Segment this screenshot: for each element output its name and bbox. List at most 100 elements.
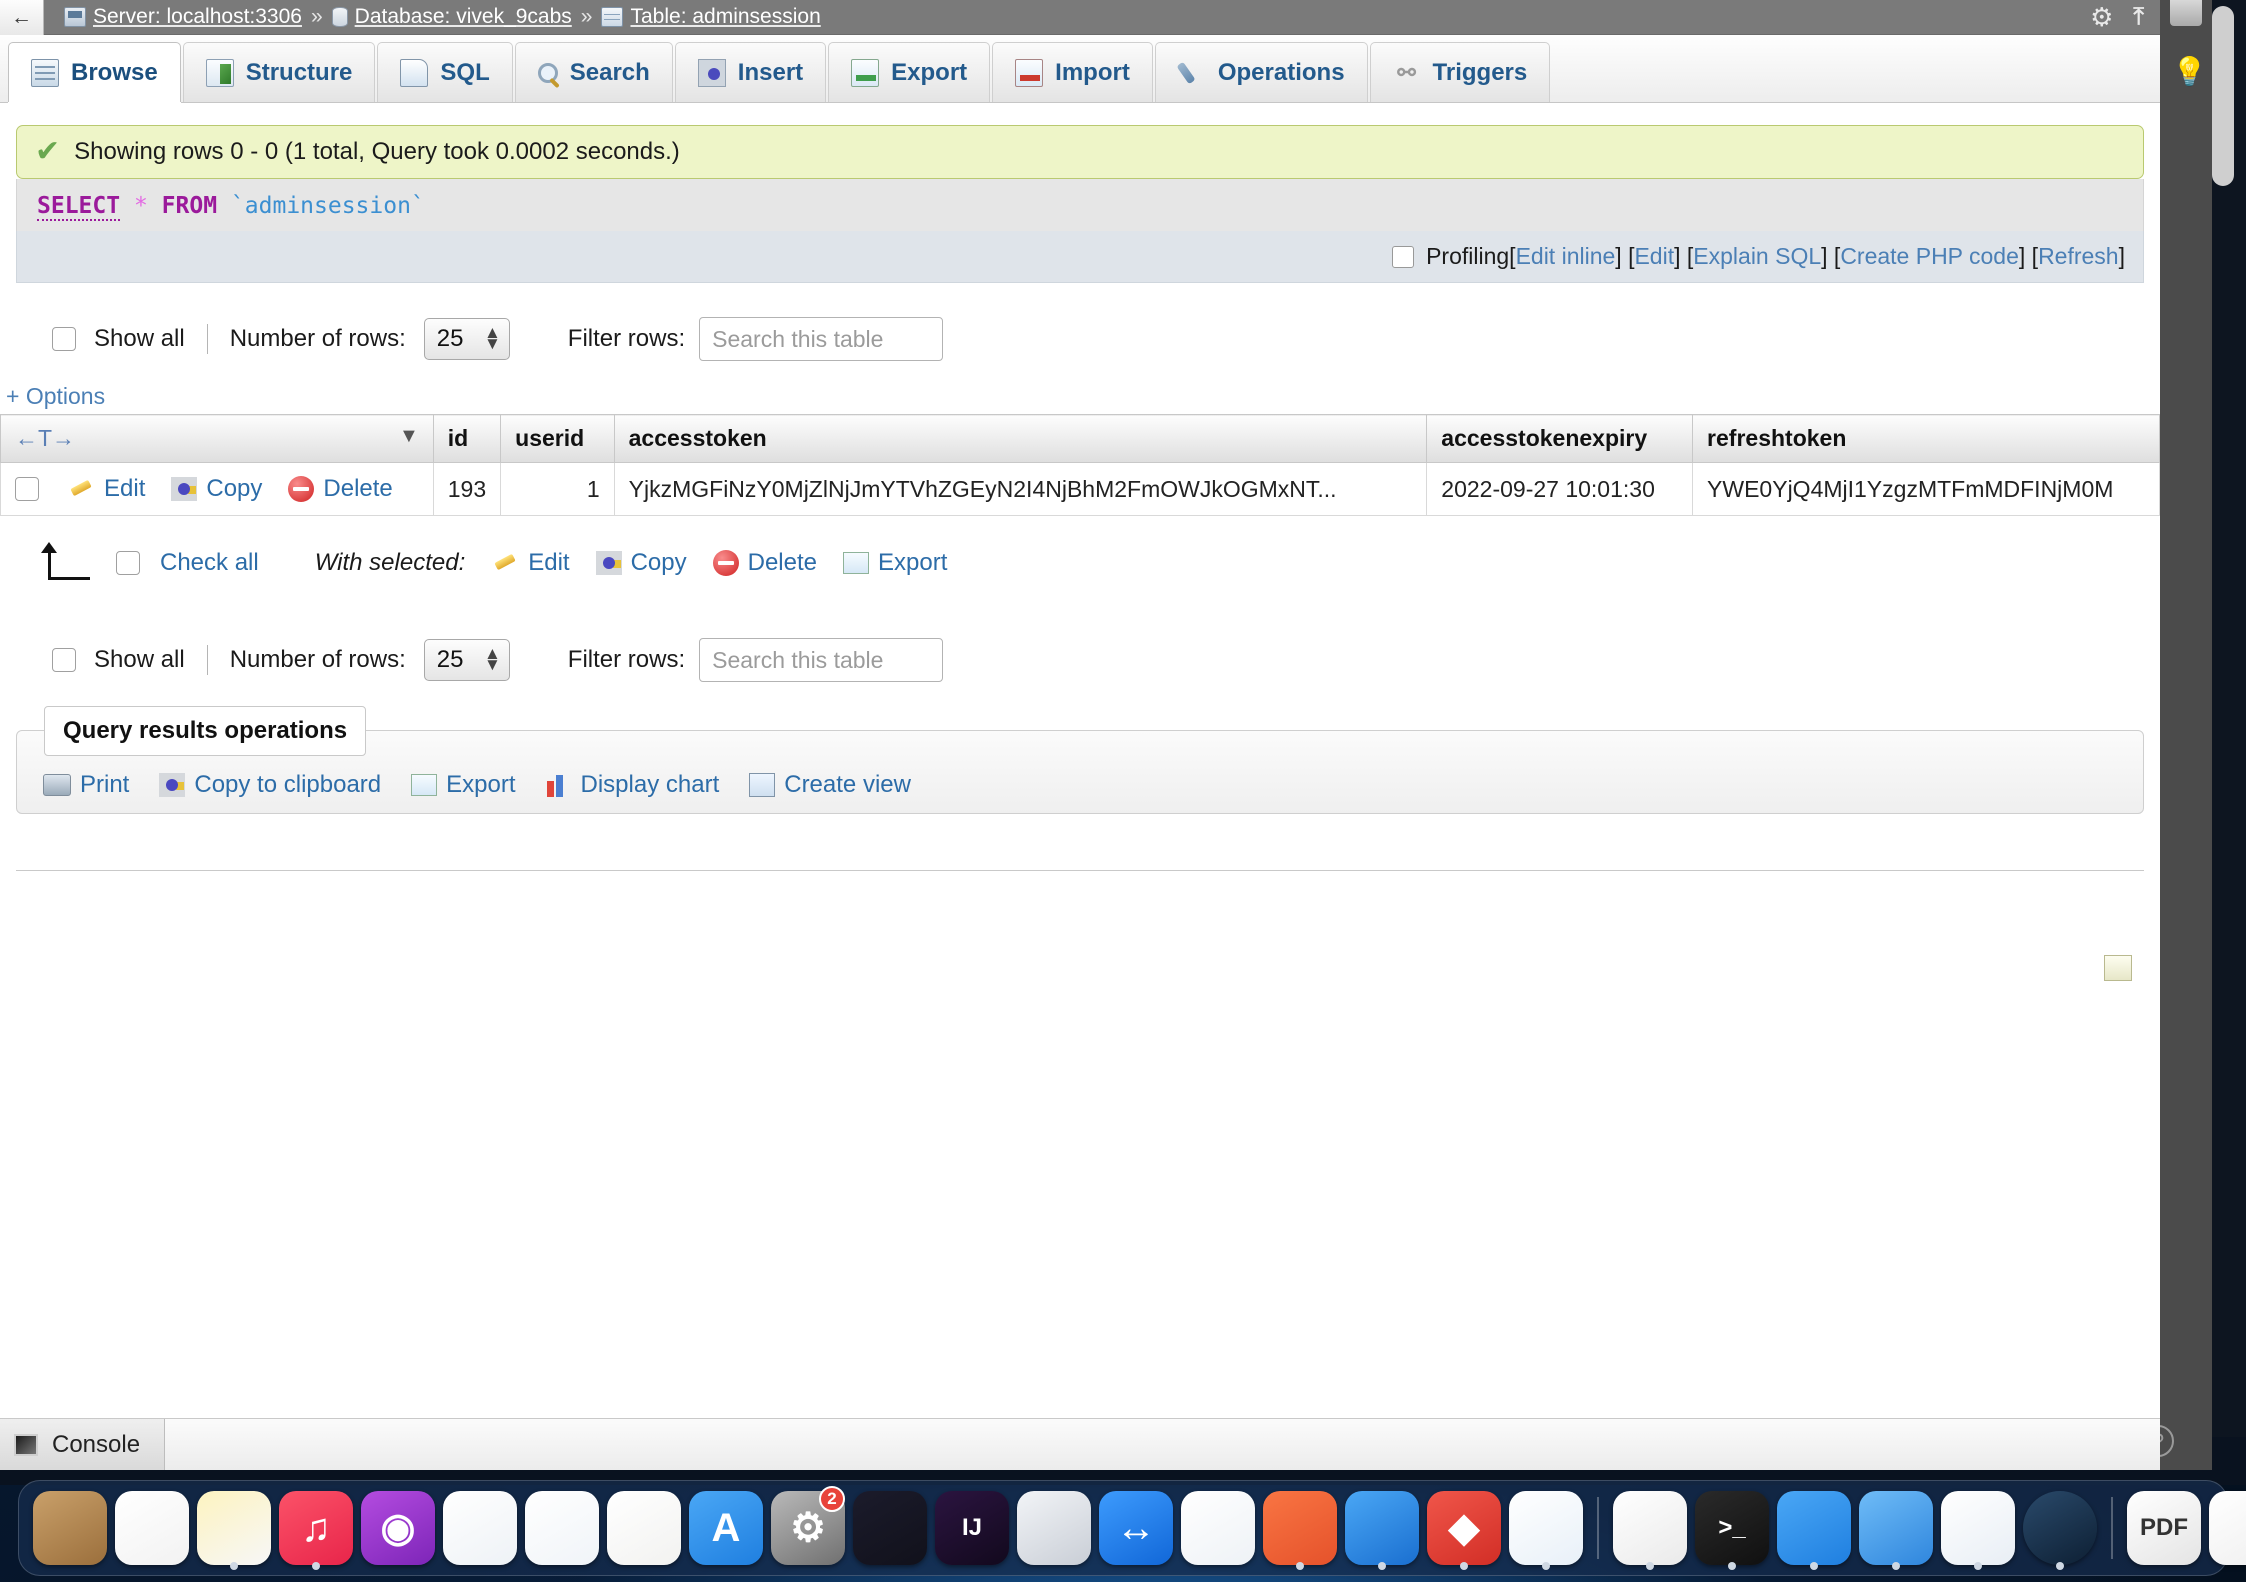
page-scrollbar-thumb[interactable] — [2212, 6, 2234, 186]
column-header-id[interactable]: id — [432, 414, 502, 463]
row-copy-action[interactable]: Copy — [171, 475, 262, 503]
chevron-down-icon[interactable]: ▼ — [399, 425, 419, 448]
pencil-icon — [493, 553, 519, 573]
collapse-up-icon[interactable]: ⤒ — [2133, 5, 2144, 29]
dock-item-pdf-document[interactable]: PDF — [2123, 1484, 2205, 1572]
sort-controls-header[interactable]: ←T→ ▼ — [0, 414, 434, 463]
dock-item-notes[interactable] — [193, 1484, 275, 1572]
refresh-link[interactable]: Refresh — [2038, 243, 2119, 270]
gear-icon[interactable]: ⚙ — [2090, 4, 2113, 30]
sql-query-display[interactable]: SELECT * FROM `adminsession` — [16, 179, 2144, 231]
dock-item-finder[interactable] — [29, 1484, 111, 1572]
profiling-checkbox[interactable] — [1392, 245, 1415, 268]
back-button[interactable]: ← — [0, 0, 44, 35]
dock-badge-system-settings: 2 — [819, 1486, 845, 1512]
dock-item-keynote[interactable] — [439, 1484, 521, 1572]
dock-item-blender[interactable] — [849, 1484, 931, 1572]
dock-item-xcode-instruments[interactable] — [1013, 1484, 1095, 1572]
note-icon[interactable] — [2104, 955, 2132, 981]
dock-item-android-studio[interactable] — [1177, 1484, 1259, 1572]
dock-item-music[interactable]: ♫ — [275, 1484, 357, 1572]
lightbulb-icon[interactable]: 💡 — [2172, 58, 2207, 88]
dock-item-google-chrome[interactable] — [1609, 1484, 1691, 1572]
pdf-document-glyph: PDF — [2140, 1514, 2188, 1541]
bracket-sep-4: ] [ — [2018, 243, 2039, 269]
breadcrumb-item-server[interactable]: Server: localhost:3306 — [64, 5, 302, 29]
column-header-accesstoken[interactable]: accesstoken — [613, 414, 1428, 463]
tab-import[interactable]: Import — [992, 42, 1153, 102]
dock-item-intellij-idea[interactable]: IJ — [931, 1484, 1013, 1572]
clipboard-icon — [159, 773, 186, 797]
phpmyadmin-window: ← Server: localhost:3306 » Database: viv… — [0, 0, 2160, 1470]
column-header-accesstokenexpiry[interactable]: accesstokenexpiry — [1426, 414, 1694, 463]
tab-browse[interactable]: Browse — [8, 42, 181, 102]
create-view-action[interactable]: Create view — [749, 771, 911, 799]
dock-item-pages[interactable] — [603, 1484, 685, 1572]
copy-to-clipboard-action[interactable]: Copy to clipboard — [159, 771, 381, 799]
row-edit-action[interactable]: Edit — [69, 475, 145, 503]
export-action[interactable]: Export — [411, 771, 516, 799]
options-toggle-link[interactable]: + Options — [0, 361, 2160, 410]
tab-insert[interactable]: Insert — [674, 42, 827, 102]
dock-item-teamviewer[interactable]: ↔ — [1095, 1484, 1177, 1572]
with-selected-copy[interactable]: Copy — [595, 549, 687, 577]
row-select-checkbox[interactable] — [15, 477, 39, 501]
rail-handle[interactable] — [2170, 0, 2202, 26]
create-php-code-link[interactable]: Create PHP code — [1840, 243, 2019, 270]
row-delete-action[interactable]: Delete — [288, 475, 393, 503]
explain-sql-link[interactable]: Explain SQL — [1693, 243, 1821, 270]
show-all-checkbox-bottom[interactable] — [52, 648, 76, 672]
breadcrumb-item-table[interactable]: Table: adminsession — [601, 5, 821, 29]
breadcrumb-item-database[interactable]: Database: vivek_9cabs — [331, 5, 572, 29]
show-all-checkbox-top[interactable] — [52, 327, 76, 351]
tab-structure[interactable]: Structure — [182, 42, 376, 102]
filter-rows-input-top[interactable] — [699, 317, 944, 361]
breadcrumb-table-label: Table: adminsession — [630, 5, 821, 28]
dock-item-screenshot-mobile[interactable] — [2205, 1484, 2246, 1572]
bracket-sep-2: ] [ — [1674, 243, 1694, 269]
dock-item-terminal[interactable]: >_ — [1691, 1484, 1773, 1572]
sql-keyword-from: FROM — [161, 193, 218, 219]
column-header-userid[interactable]: userid — [500, 414, 615, 463]
check-all-label[interactable]: Check all — [160, 549, 259, 577]
cell-accesstoken[interactable]: YjkzMGFiNzY0MjZlNjJmYTVhZGEyN2I4NjBhM2Fm… — [613, 462, 1428, 516]
dock-item-podcasts[interactable]: ◉ — [357, 1484, 439, 1572]
tab-operations[interactable]: Operations — [1154, 42, 1368, 102]
dock-item-steam[interactable] — [2019, 1484, 2101, 1572]
dock-item-affinity[interactable]: ◆ — [1423, 1484, 1505, 1572]
dock-item-xcode[interactable] — [1341, 1484, 1423, 1572]
dock-item-reminders[interactable] — [111, 1484, 193, 1572]
table-icon — [601, 7, 624, 27]
edit-inline-link[interactable]: Edit inline — [1516, 243, 1616, 270]
export-label: Export — [446, 771, 516, 798]
breadcrumb-database-label: Database: vivek_9cabs — [354, 5, 572, 28]
with-selected-export[interactable]: Export — [843, 549, 947, 577]
with-selected-delete[interactable]: Delete — [712, 549, 817, 577]
dock-item-app-store[interactable]: A — [685, 1484, 767, 1572]
cell-accesstokenexpiry[interactable]: 2022-09-27 10:01:30 — [1426, 462, 1694, 516]
dock-item-vs-code[interactable] — [1937, 1484, 2019, 1572]
dock-item-numbers[interactable] — [521, 1484, 603, 1572]
dock-item-sourcetree[interactable] — [1505, 1484, 1587, 1572]
column-header-refreshtoken[interactable]: refreshtoken — [1692, 414, 2160, 463]
print-action[interactable]: Print — [43, 771, 129, 799]
cell-userid[interactable]: 1 — [500, 462, 615, 516]
console-toggle[interactable]: Console — [0, 1418, 166, 1470]
display-chart-action[interactable]: Display chart — [546, 771, 719, 799]
with-selected-edit[interactable]: Edit — [493, 549, 569, 577]
dock-item-simulator[interactable] — [1855, 1484, 1937, 1572]
check-all-checkbox[interactable] — [116, 551, 140, 575]
dock-item-system-settings[interactable]: ⚙ 2 — [767, 1484, 849, 1572]
tab-triggers[interactable]: ⚯ Triggers — [1369, 42, 1551, 102]
edit-link[interactable]: Edit — [1634, 243, 1674, 270]
dock-item-sketch[interactable] — [1259, 1484, 1341, 1572]
tab-sql[interactable]: SQL — [377, 42, 513, 102]
tab-export[interactable]: Export — [828, 42, 991, 102]
cell-id[interactable]: 193 — [432, 462, 502, 516]
tab-search[interactable]: Search — [514, 42, 673, 102]
number-of-rows-stepper-bottom[interactable]: 25 ▲ ▼ — [423, 639, 510, 681]
number-of-rows-stepper-top[interactable]: 25 ▲ ▼ — [423, 318, 510, 360]
filter-rows-input-bottom[interactable] — [699, 638, 944, 682]
cell-refreshtoken[interactable]: YWE0YjQ4MjI1YzgzMTFmMDFINjM0M — [1692, 462, 2160, 516]
dock-item-utilities[interactable] — [1773, 1484, 1855, 1572]
